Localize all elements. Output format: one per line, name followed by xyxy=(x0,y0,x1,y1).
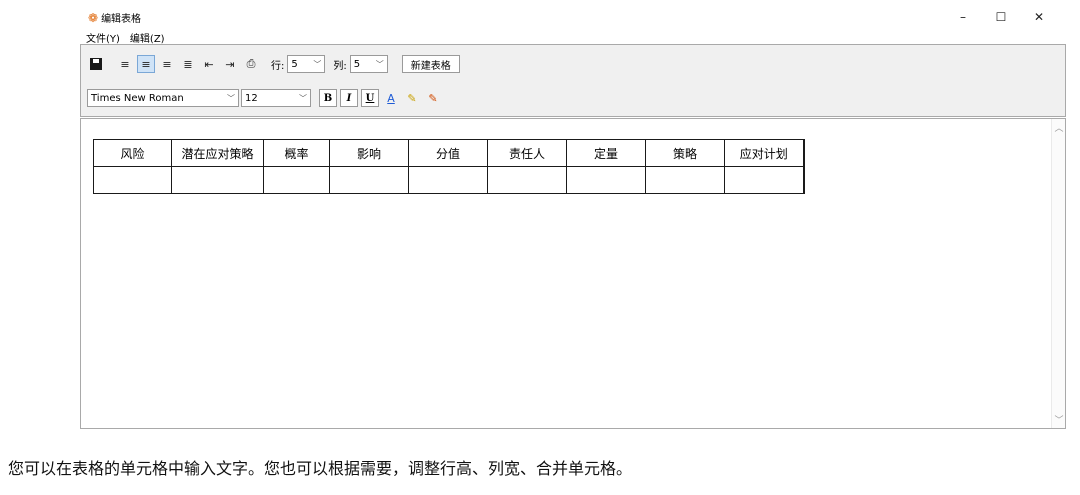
chevron-down-icon: ﹀ xyxy=(227,93,235,103)
align-left-icon: ≡ xyxy=(120,57,130,71)
font-size-select[interactable]: 12 ﹀ xyxy=(241,89,311,107)
toolbar-row-1: ≡ ≡ ≡ ≣ ⇤ ⇥ ⎙ 行: 5 ﹀ 列: 5 ﹀ 新建表格 xyxy=(87,55,460,73)
table-cell[interactable] xyxy=(408,166,488,194)
table-cell[interactable]: 责任人 xyxy=(487,139,567,167)
document-area[interactable]: 风险 潜在应对策略 概率 影响 分值 责任人 定量 策略 应对计划 ︿ ﹀ xyxy=(80,118,1066,429)
menu-edit[interactable]: 编辑(Z) xyxy=(129,30,166,45)
vertical-scrollbar[interactable]: ︿ ﹀ xyxy=(1051,119,1065,428)
minimize-button[interactable]: – xyxy=(944,6,982,28)
font-color-icon: A xyxy=(387,91,395,105)
scroll-up-icon[interactable]: ︿ xyxy=(1052,121,1066,134)
table-cell[interactable] xyxy=(645,166,725,194)
highlight-icon: ✎ xyxy=(407,91,417,105)
align-center-icon: ≡ xyxy=(141,57,151,71)
outdent-icon: ⇤ xyxy=(204,57,214,71)
table-cell[interactable] xyxy=(263,166,330,194)
chevron-down-icon: ﹀ xyxy=(313,59,322,69)
row-count-value: 5 xyxy=(291,58,298,70)
background-color-icon: ✎ xyxy=(428,91,438,105)
table-cell[interactable]: 概率 xyxy=(263,139,330,167)
table-cell[interactable] xyxy=(724,166,805,194)
row-count-select[interactable]: 5 ﹀ xyxy=(287,55,326,73)
table-cell[interactable]: 策略 xyxy=(645,139,725,167)
chevron-down-icon: ﹀ xyxy=(299,93,307,103)
indent-button[interactable]: ⇥ xyxy=(221,55,239,73)
bold-button[interactable]: B xyxy=(319,89,337,107)
align-justify-button[interactable]: ≣ xyxy=(179,55,197,73)
scroll-down-icon[interactable]: ﹀ xyxy=(1052,413,1066,426)
col-count-label: 列: xyxy=(333,60,347,72)
close-button[interactable]: ✕ xyxy=(1020,6,1058,28)
table-cell[interactable]: 分值 xyxy=(408,139,488,167)
save-button[interactable] xyxy=(87,55,105,73)
app-flower-icon: ❁ xyxy=(88,10,99,25)
row-count-label: 行: xyxy=(271,60,285,72)
outdent-button[interactable]: ⇤ xyxy=(200,55,218,73)
table-cell[interactable] xyxy=(93,166,172,194)
new-table-button[interactable]: 新建表格 xyxy=(401,55,460,73)
font-color-button[interactable]: A xyxy=(382,89,400,107)
caption-text: 您可以在表格的单元格中输入文字。您也可以根据需要，调整行高、列宽、合并单元格。 xyxy=(8,459,633,478)
italic-button[interactable]: I xyxy=(340,89,358,107)
underline-button[interactable]: U xyxy=(361,89,379,107)
align-right-button[interactable]: ≡ xyxy=(158,55,176,73)
font-name-select[interactable]: Times New Roman ﹀ xyxy=(87,89,239,107)
col-count-value: 5 xyxy=(353,58,361,70)
highlight-button[interactable]: ✎ xyxy=(403,89,421,107)
table-cell[interactable]: 风险 xyxy=(93,139,172,167)
table-cell[interactable] xyxy=(566,166,646,194)
toolbar-row-2: Times New Roman ﹀ 12 ﹀ B I U A ✎ ✎ xyxy=(87,89,445,107)
insert-image-button[interactable]: ⎙ xyxy=(242,55,260,73)
col-count-select[interactable]: 5 ﹀ xyxy=(349,55,388,73)
toolbar-panel: ≡ ≡ ≡ ≣ ⇤ ⇥ ⎙ 行: 5 ﹀ 列: 5 ﹀ 新建表格 Times N… xyxy=(80,44,1066,117)
font-name-value: Times New Roman xyxy=(91,92,184,104)
table-cell[interactable]: 应对计划 xyxy=(724,139,805,167)
table-cell[interactable] xyxy=(487,166,567,194)
table-cell[interactable] xyxy=(171,166,264,194)
table-cell[interactable] xyxy=(329,166,409,194)
table-row xyxy=(93,166,805,194)
background-color-button[interactable]: ✎ xyxy=(424,89,442,107)
window-title-bar: ❁ 编辑表格 xyxy=(88,10,142,26)
maximize-button[interactable]: ☐ xyxy=(982,6,1020,28)
menu-file[interactable]: 文件(Y) xyxy=(85,30,121,45)
indent-icon: ⇥ xyxy=(225,57,235,71)
align-left-button[interactable]: ≡ xyxy=(116,55,134,73)
align-right-icon: ≡ xyxy=(162,57,172,71)
chevron-down-icon: ﹀ xyxy=(375,59,384,69)
editable-table[interactable]: 风险 潜在应对策略 概率 影响 分值 责任人 定量 策略 应对计划 xyxy=(93,139,805,194)
align-justify-icon: ≣ xyxy=(183,57,193,71)
table-cell[interactable]: 潜在应对策略 xyxy=(171,139,264,167)
insert-image-icon: ⎙ xyxy=(246,57,256,70)
table-cell[interactable]: 定量 xyxy=(566,139,646,167)
window-title: 编辑表格 xyxy=(101,14,142,25)
align-center-button[interactable]: ≡ xyxy=(137,55,155,73)
table-header-row: 风险 潜在应对策略 概率 影响 分值 责任人 定量 策略 应对计划 xyxy=(93,139,805,167)
table-cell[interactable]: 影响 xyxy=(329,139,409,167)
menu-bar: 文件(Y) 编辑(Z) xyxy=(85,30,166,45)
font-size-value: 12 xyxy=(245,92,258,104)
window-controls: – ☐ ✕ xyxy=(944,6,1058,28)
save-icon xyxy=(90,58,102,70)
